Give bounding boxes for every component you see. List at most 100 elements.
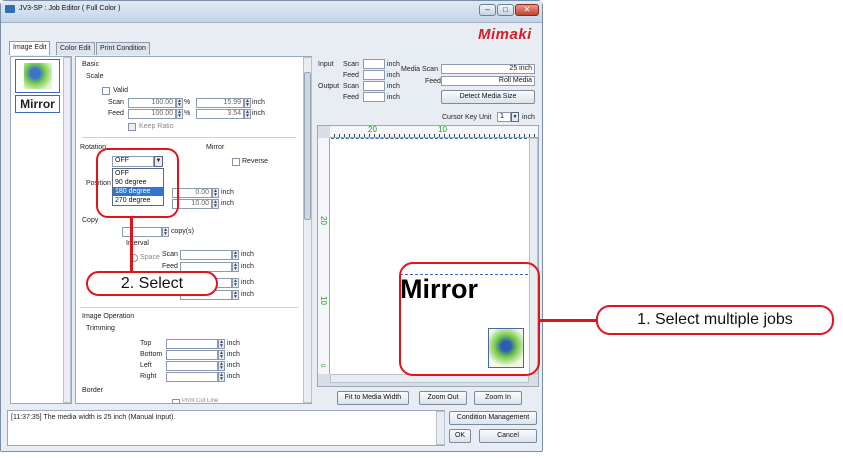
inch-label: inch (387, 61, 400, 68)
app-icon (5, 5, 15, 13)
scale-scan-stepper[interactable]: ▲ ▼ (176, 98, 183, 108)
minimize-icon[interactable]: – (479, 4, 496, 16)
media-edge (331, 138, 527, 139)
inch-label: inch (227, 373, 240, 380)
inch-label: inch (387, 83, 400, 90)
output-feed-label: Feed (343, 94, 359, 101)
keep-ratio-checkbox[interactable] (128, 123, 136, 131)
copy-unit-label: copy(s) (171, 228, 194, 235)
close-icon[interactable]: ✕ (515, 4, 539, 16)
basic-heading: Basic (82, 61, 100, 68)
chevron-down-icon[interactable]: ▼ (511, 112, 519, 122)
job-thumbnail-1[interactable] (15, 59, 60, 93)
inch-label: inch (241, 279, 254, 286)
scrollbar-thumb[interactable] (304, 72, 311, 220)
scale-feed-stepper[interactable]: ▲ ▼ (176, 109, 183, 119)
copy-input[interactable] (122, 227, 162, 237)
callout-connector (130, 218, 133, 274)
trim-right-stepper[interactable]: ▲ ▼ (218, 372, 225, 382)
inch-label: inch (227, 351, 240, 358)
input-feed-field (363, 70, 385, 80)
scale-feed-inch-input[interactable]: 3.54 (196, 109, 244, 119)
zoom-out-button[interactable]: Zoom Out (419, 391, 467, 405)
input-label: Input (318, 61, 334, 68)
print-cut-line-checkbox[interactable] (172, 399, 180, 404)
valid-checkbox[interactable] (102, 87, 110, 95)
border-label: Border (82, 387, 104, 394)
status-message: [11:37:35] The media width is 25 inch (M… (11, 414, 176, 421)
extra-stepper-1[interactable]: ▲ ▼ (232, 278, 239, 288)
keep-ratio-label: Keep Ratio (139, 123, 174, 130)
cancel-button[interactable]: Cancel (479, 429, 537, 443)
ruler-top-label: 10 (438, 125, 447, 134)
position-x-stepper[interactable]: ▲ ▼ (212, 188, 219, 198)
mirror-label: Mirror (206, 144, 225, 151)
trim-top-label: Top (140, 340, 152, 347)
ruler-left-label: 20 (319, 216, 328, 225)
cursor-key-unit-label: Cursor Key Unit (442, 114, 492, 121)
inch-label: inch (241, 263, 254, 270)
tab-print-condition[interactable]: Print Condition (96, 42, 150, 55)
trim-right-label: Right (140, 373, 157, 380)
print-cut-line-label: Print Cut Line (182, 398, 219, 404)
status-scrollbar[interactable] (436, 411, 445, 445)
reverse-checkbox[interactable] (232, 158, 240, 166)
settings-scrollbar[interactable] (303, 57, 312, 403)
extra-stepper-2[interactable]: ▲ ▼ (232, 290, 239, 300)
interval-feed-label: Feed (162, 263, 178, 270)
trim-bottom-input[interactable] (166, 350, 218, 360)
ruler-left-label: 10 (319, 296, 328, 305)
interval-feed-stepper[interactable]: ▲ ▼ (232, 262, 239, 272)
inch-label: inch (221, 200, 234, 207)
trim-top-stepper[interactable]: ▲ ▼ (218, 339, 225, 349)
job-list-scrollbar[interactable] (63, 57, 71, 403)
title-bar: JV3-SP : Job Editor ( Full Color ) – □ ✕ (1, 1, 542, 23)
rotation-callout-box (96, 148, 179, 218)
copy-stepper[interactable]: ▲ ▼ (162, 227, 169, 237)
scale-scan-inch-input[interactable]: 15.99 (196, 98, 244, 108)
trim-left-label: Left (140, 362, 152, 369)
zoom-in-button[interactable]: Zoom In (474, 391, 522, 405)
callout-connector (540, 319, 598, 322)
output-feed-field (363, 92, 385, 102)
job-thumbnail-2[interactable]: Mirror (15, 95, 60, 113)
scale-feed-inch-stepper[interactable]: ▲ ▼ (244, 109, 251, 119)
copy-label: Copy (82, 217, 99, 224)
fit-to-media-width-button[interactable]: Fit to Media Width (337, 391, 409, 405)
top-ruler: 20 10 (330, 125, 538, 138)
trim-top-input[interactable] (166, 339, 218, 349)
inch-label: inch (241, 291, 254, 298)
interval-scan-input[interactable] (180, 250, 232, 260)
detect-media-size-button[interactable]: Detect Media Size (441, 90, 535, 104)
settings-panel: Basic Scale Valid Scan 100.00 ▲ ▼ % 15.99… (75, 56, 312, 404)
trim-bottom-stepper[interactable]: ▲ ▼ (218, 350, 225, 360)
condition-management-button[interactable]: Condition Management (449, 411, 537, 425)
inch-label: inch (252, 99, 265, 106)
cursor-key-unit-suffix: inch (522, 114, 535, 121)
job-list: Mirror (10, 56, 72, 404)
tab-color-edit[interactable]: Color Edit (56, 42, 95, 55)
inch-label: inch (241, 251, 254, 258)
tab-image-edit[interactable]: Image Edit (9, 41, 51, 55)
inch-label: inch (387, 72, 400, 79)
input-feed-label: Feed (343, 72, 359, 79)
cursor-key-unit-input[interactable]: 1 (497, 112, 511, 122)
left-ruler: 20 10 0 (318, 138, 330, 374)
maximize-icon[interactable]: □ (497, 4, 514, 16)
ok-button[interactable]: OK (449, 429, 471, 443)
inch-label: inch (227, 340, 240, 347)
position-y-stepper[interactable]: ▲ ▼ (212, 199, 219, 209)
scale-scan-label: Scan (108, 99, 124, 106)
divider (80, 307, 298, 308)
trim-left-input[interactable] (166, 361, 218, 371)
scale-feed-input[interactable]: 100.00 (128, 109, 176, 119)
select-callout: 2. Select (86, 271, 218, 296)
trim-left-stepper[interactable]: ▲ ▼ (218, 361, 225, 371)
scale-scan-inch-stepper[interactable]: ▲ ▼ (244, 98, 251, 108)
interval-scan-stepper[interactable]: ▲ ▼ (232, 250, 239, 260)
trim-bottom-label: Bottom (140, 351, 163, 358)
space-label: Space (140, 254, 160, 261)
trim-right-input[interactable] (166, 372, 218, 382)
scale-scan-input[interactable]: 100.00 (128, 98, 176, 108)
image-operation-heading: Image Operation (82, 313, 135, 320)
